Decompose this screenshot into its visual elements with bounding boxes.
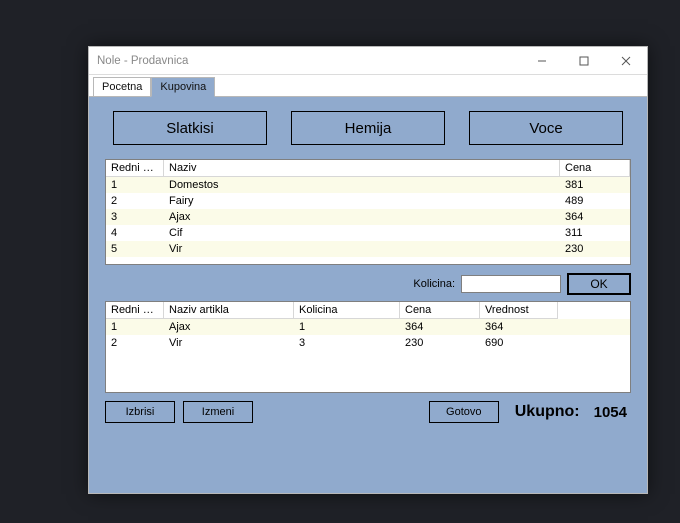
col-cena[interactable]: Cena	[400, 302, 480, 319]
tab-pocetna[interactable]: Pocetna	[93, 77, 151, 97]
table-row[interactable]: 1 Domestos 381	[106, 177, 630, 193]
category-hemija-button[interactable]: Hemija	[291, 111, 445, 145]
products-list[interactable]: Redni broj Naziv Cena 1 Domestos 381 2 F…	[105, 159, 631, 265]
tab-kupovina[interactable]: Kupovina	[151, 77, 215, 97]
col-naziv[interactable]: Naziv	[164, 160, 560, 177]
cart-list[interactable]: Redni broj Naziv artikla Kolicina Cena V…	[105, 301, 631, 393]
edit-button[interactable]: Izmeni	[183, 401, 253, 423]
titlebar[interactable]: Nole - Prodavnica	[89, 47, 647, 75]
done-button[interactable]: Gotovo	[429, 401, 499, 423]
table-row[interactable]: 2 Vir 3 230 690	[106, 335, 630, 351]
col-naziv-artikla[interactable]: Naziv artikla	[164, 302, 294, 319]
table-row[interactable]: 3 Ajax 364	[106, 209, 630, 225]
table-row[interactable]: 5 Vir 230	[106, 241, 630, 257]
delete-button[interactable]: Izbrisi	[105, 401, 175, 423]
col-cena[interactable]: Cena	[560, 160, 630, 177]
quantity-label: Kolicina:	[413, 278, 455, 290]
table-row[interactable]: 4 Cif 311	[106, 225, 630, 241]
quantity-row: Kolicina: OK	[105, 273, 631, 295]
table-row[interactable]: 1 Ajax 1 364 364	[106, 319, 630, 335]
category-row: Slatkisi Hemija Voce	[105, 111, 631, 145]
minimize-button[interactable]	[521, 47, 563, 75]
category-slatkisi-button[interactable]: Slatkisi	[113, 111, 267, 145]
total-label: Ukupno:	[515, 403, 580, 421]
quantity-input[interactable]	[461, 275, 561, 293]
app-window: Nole - Prodavnica Pocetna Kupovina Slatk…	[88, 46, 648, 494]
close-button[interactable]	[605, 47, 647, 75]
tabstrip: Pocetna Kupovina	[89, 75, 647, 97]
maximize-button[interactable]	[563, 47, 605, 75]
footer-row: Izbrisi Izmeni Gotovo Ukupno: 1054	[105, 401, 631, 423]
total-value: 1054	[594, 404, 627, 421]
table-row[interactable]: 2 Fairy 489	[106, 193, 630, 209]
category-voce-button[interactable]: Voce	[469, 111, 623, 145]
ok-button[interactable]: OK	[567, 273, 631, 295]
col-kolicina[interactable]: Kolicina	[294, 302, 400, 319]
col-redni[interactable]: Redni broj	[106, 302, 164, 319]
col-vrednost[interactable]: Vrednost	[480, 302, 558, 319]
client-area: Slatkisi Hemija Voce Redni broj Naziv Ce…	[89, 97, 647, 493]
window-title: Nole - Prodavnica	[97, 55, 188, 67]
col-redni[interactable]: Redni broj	[106, 160, 164, 177]
